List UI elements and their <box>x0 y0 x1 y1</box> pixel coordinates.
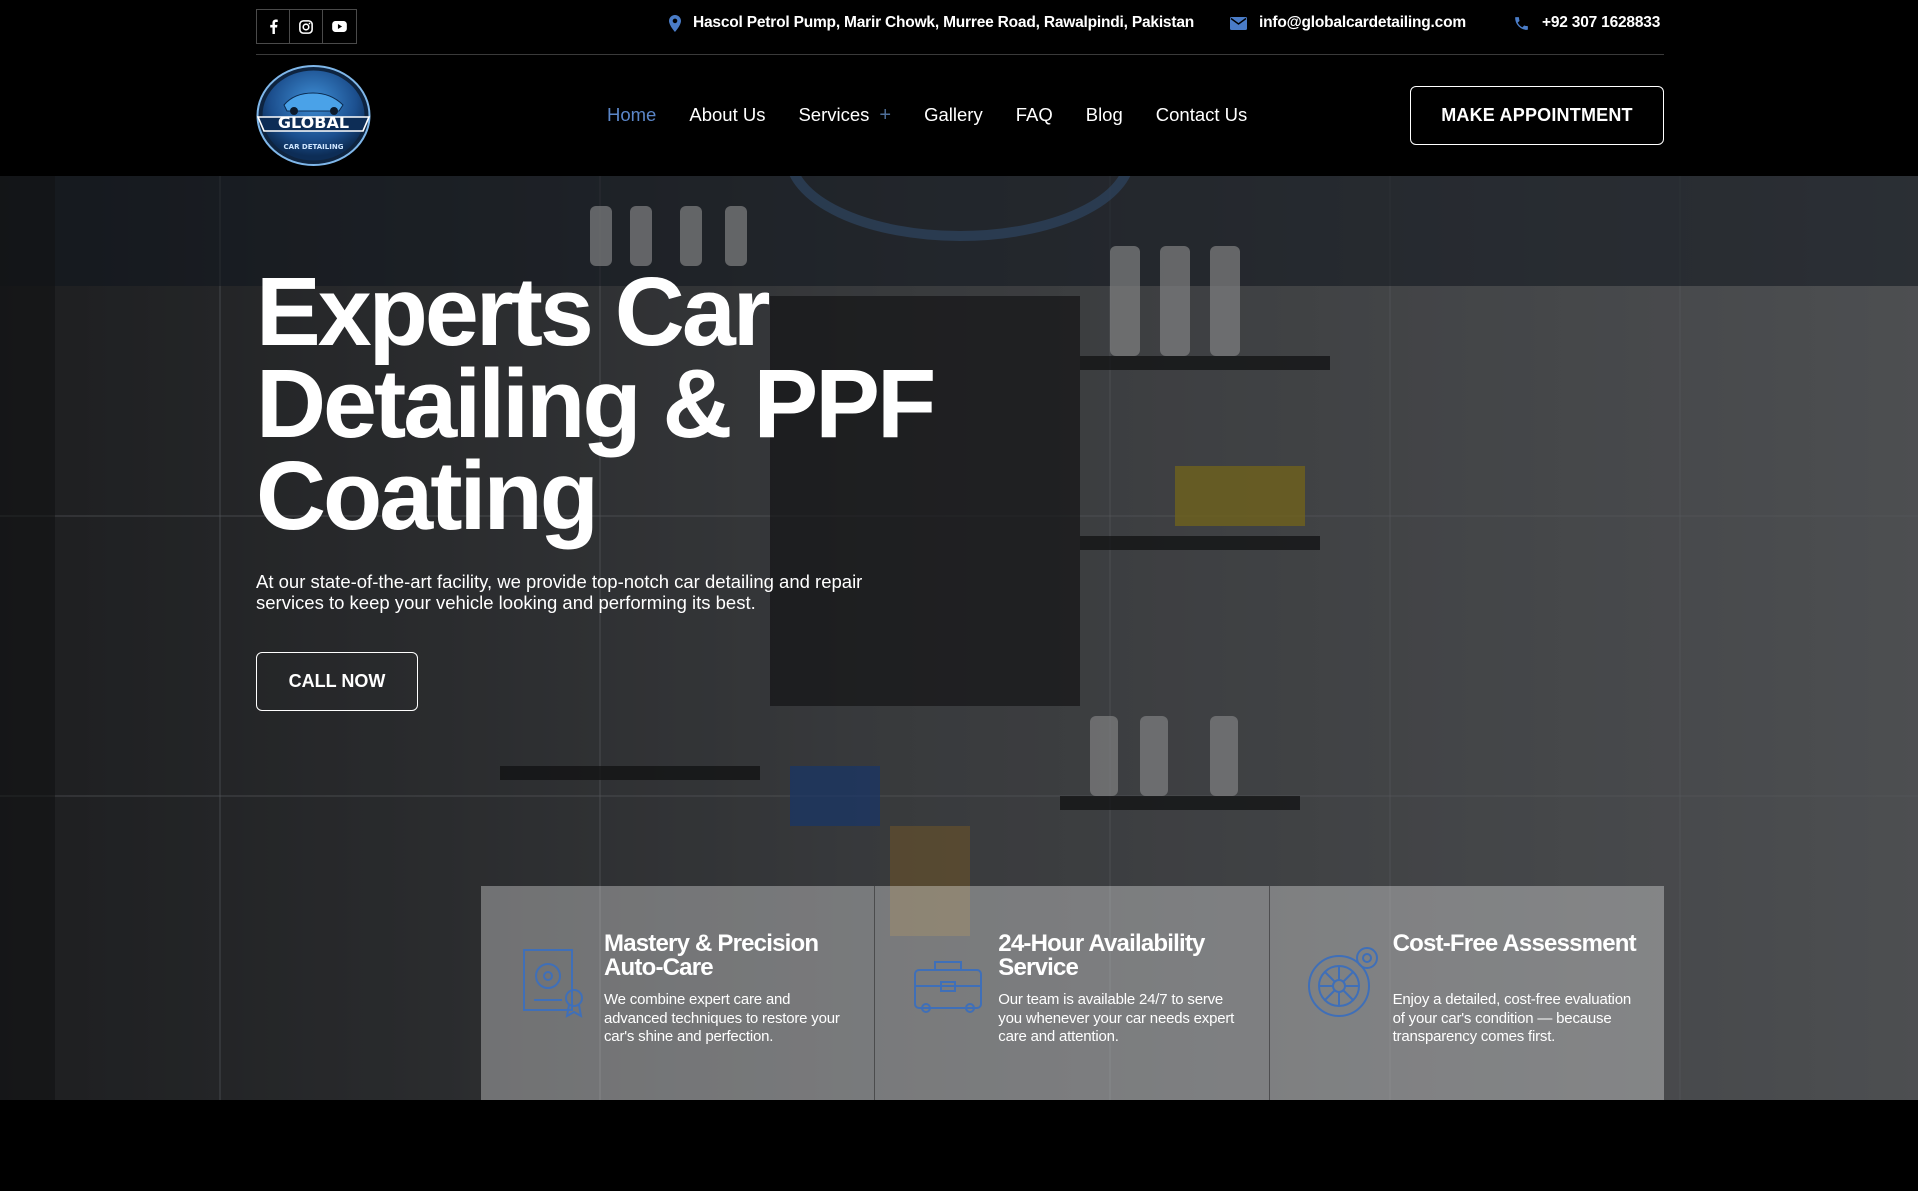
email-info[interactable]: info@globalcardetailing.com <box>1230 14 1466 32</box>
make-appointment-button[interactable]: MAKE APPOINTMENT <box>1410 86 1664 145</box>
address-text: Hascol Petrol Pump, Marir Chowk, Murree … <box>693 14 1195 31</box>
youtube-link[interactable] <box>323 10 356 43</box>
hero-headline-line-3: Coating <box>256 441 599 550</box>
logo[interactable]: GLOBAL CAR DETAILING <box>256 65 371 166</box>
top-bar: Hascol Petrol Pump, Marir Chowk, Murree … <box>256 0 1664 55</box>
phone-icon <box>1515 16 1528 30</box>
facebook-icon <box>269 19 278 34</box>
nav-gallery[interactable]: Gallery <box>924 104 983 126</box>
feature-description: We combine expert care and advanced tech… <box>604 991 840 1045</box>
nav-home[interactable]: Home <box>607 104 656 126</box>
logo-badge-icon: GLOBAL CAR DETAILING <box>256 65 371 166</box>
hero-section: Experts Car Detailing & PPF Coating At o… <box>0 176 1918 1100</box>
youtube-icon <box>332 21 347 32</box>
feature-description: Our team is available 24/7 to serve you … <box>998 991 1235 1045</box>
logo-text: GLOBAL <box>278 113 349 132</box>
map-pin-icon <box>669 14 681 32</box>
instagram-link[interactable] <box>290 10 323 43</box>
feature-description: Enjoy a detailed, cost-free evaluation o… <box>1392 991 1632 1045</box>
envelope-icon <box>1230 16 1247 30</box>
certificate-icon <box>523 949 583 1018</box>
feature-title: 24-Hour Availability Service <box>998 930 1205 981</box>
hero-subtitle: At our state-of-the-art facility, we pro… <box>256 571 863 613</box>
feature-title: Mastery & Precision Auto-Care <box>604 930 819 981</box>
feature-card: Mastery & Precision Auto-Care We combine… <box>481 886 876 1100</box>
hero-headline: Experts Car Detailing & PPF Coating <box>256 263 976 544</box>
logo-subtext: CAR DETAILING <box>284 143 344 151</box>
nav-services[interactable]: Services + <box>798 104 891 126</box>
nav-faq[interactable]: FAQ <box>1016 104 1053 126</box>
email-text: info@globalcardetailing.com <box>1259 14 1466 31</box>
plus-icon: + <box>879 104 892 126</box>
nav-blog[interactable]: Blog <box>1086 104 1123 126</box>
main-nav: Home About Us Services + Gallery FAQ Blo… <box>607 104 1280 126</box>
phone-text: +92 307 1628833 <box>1542 14 1661 31</box>
call-now-button[interactable]: CALL NOW <box>256 652 418 711</box>
nav-contact-us[interactable]: Contact Us <box>1156 104 1248 126</box>
toolbox-icon <box>914 961 983 1013</box>
feature-card: Cost-Free Assessment Enjoy a detailed, c… <box>1270 886 1664 1100</box>
wheel-icon <box>1307 947 1378 1017</box>
features-strip: Mastery & Precision Auto-Care We combine… <box>481 886 1664 1100</box>
nav-services-label: Services <box>798 104 870 125</box>
feature-title: Cost-Free Assessment <box>1392 930 1637 957</box>
nav-about-us[interactable]: About Us <box>689 104 765 126</box>
phone-info[interactable]: +92 307 1628833 <box>1513 14 1660 32</box>
feature-card: 24-Hour Availability Service Our team is… <box>875 886 1270 1100</box>
instagram-icon <box>299 19 313 34</box>
address-info: Hascol Petrol Pump, Marir Chowk, Murree … <box>669 14 1194 32</box>
facebook-link[interactable] <box>257 10 290 43</box>
social-links <box>256 9 357 44</box>
